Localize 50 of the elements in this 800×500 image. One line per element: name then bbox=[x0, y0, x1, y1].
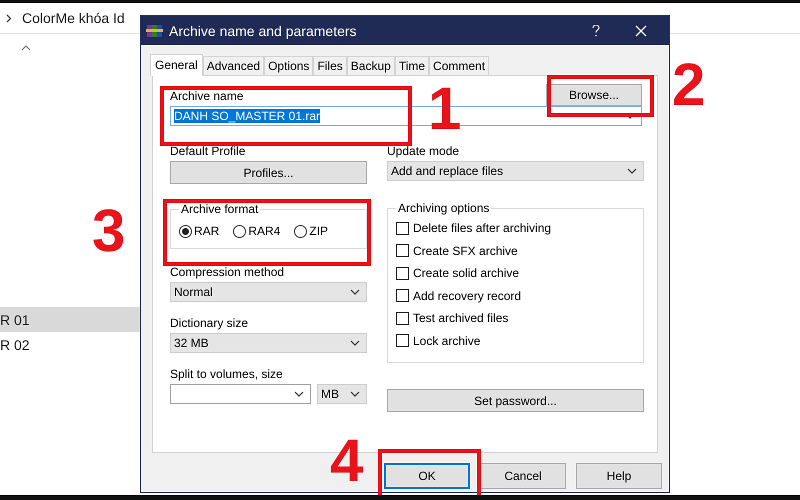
tab[interactable]: Advanced bbox=[202, 56, 264, 76]
dialog-button[interactable]: Cancel bbox=[480, 463, 566, 489]
radio-option[interactable]: ZIP bbox=[294, 224, 328, 238]
close-icon bbox=[635, 24, 647, 36]
chevron-up-icon[interactable] bbox=[21, 45, 31, 51]
chevron-down-icon[interactable] bbox=[350, 289, 360, 295]
dialog-button[interactable]: OK bbox=[384, 463, 470, 489]
volume-size-field[interactable] bbox=[170, 384, 311, 404]
checkbox-option[interactable]: Lock archive bbox=[396, 330, 635, 352]
dialog-button[interactable]: Help bbox=[576, 463, 662, 489]
field-label: Default Profile bbox=[170, 144, 246, 158]
tab[interactable]: Backup bbox=[346, 56, 395, 76]
field-label: Update mode bbox=[387, 144, 460, 158]
step-number: 2 bbox=[672, 55, 706, 115]
chevron-down-icon[interactable] bbox=[627, 168, 637, 174]
tab[interactable]: Comment bbox=[429, 56, 490, 76]
group-label: Archive format bbox=[180, 202, 260, 216]
checkbox-option[interactable]: Create SFX archive bbox=[396, 240, 635, 262]
update-mode-select[interactable]: Add and replace files bbox=[387, 161, 644, 181]
radio-option[interactable]: RAR4 bbox=[233, 224, 280, 238]
tab[interactable]: General bbox=[150, 54, 203, 76]
field-label: Split to volumes, size bbox=[170, 367, 284, 381]
window-title: Archive name and parameters bbox=[169, 22, 358, 38]
breadcrumb-folder[interactable]: ColorMe khóa Id bbox=[22, 10, 125, 26]
tab[interactable]: Options bbox=[264, 56, 314, 76]
tab[interactable]: Files bbox=[313, 56, 347, 76]
chevron-right-icon[interactable] bbox=[6, 14, 12, 22]
compression-select[interactable]: Normal bbox=[170, 282, 367, 302]
dictionary-select[interactable]: 32 MB bbox=[170, 333, 367, 353]
question-mark-icon bbox=[592, 24, 600, 36]
chevron-down-icon[interactable] bbox=[350, 391, 360, 397]
field-label: Dictionary size bbox=[170, 316, 250, 330]
checkbox-option[interactable]: Add recovery record bbox=[396, 284, 635, 307]
step-number: 3 bbox=[92, 201, 126, 261]
chevron-down-icon[interactable] bbox=[294, 391, 304, 397]
checkbox-option[interactable]: Create solid archive bbox=[396, 262, 635, 284]
profiles-button[interactable]: Profiles... bbox=[170, 161, 367, 184]
checkbox-option[interactable]: Test archived files bbox=[396, 307, 635, 330]
radio-option[interactable]: RAR bbox=[179, 224, 220, 238]
chevron-down-icon[interactable] bbox=[350, 340, 360, 346]
unit-select[interactable]: MB bbox=[317, 384, 367, 404]
step-number: 4 bbox=[330, 431, 364, 491]
field-label: Archive name bbox=[170, 89, 244, 103]
tab[interactable]: Time bbox=[394, 56, 430, 76]
checkbox-option[interactable]: Delete files after archiving bbox=[396, 217, 635, 240]
archive-books-icon bbox=[146, 22, 164, 38]
set-password-button[interactable]: Set password... bbox=[387, 389, 644, 412]
group-label: Archiving options bbox=[397, 201, 490, 215]
browse-button[interactable]: Browse... bbox=[546, 84, 642, 106]
field-label: Compression method bbox=[170, 265, 286, 279]
